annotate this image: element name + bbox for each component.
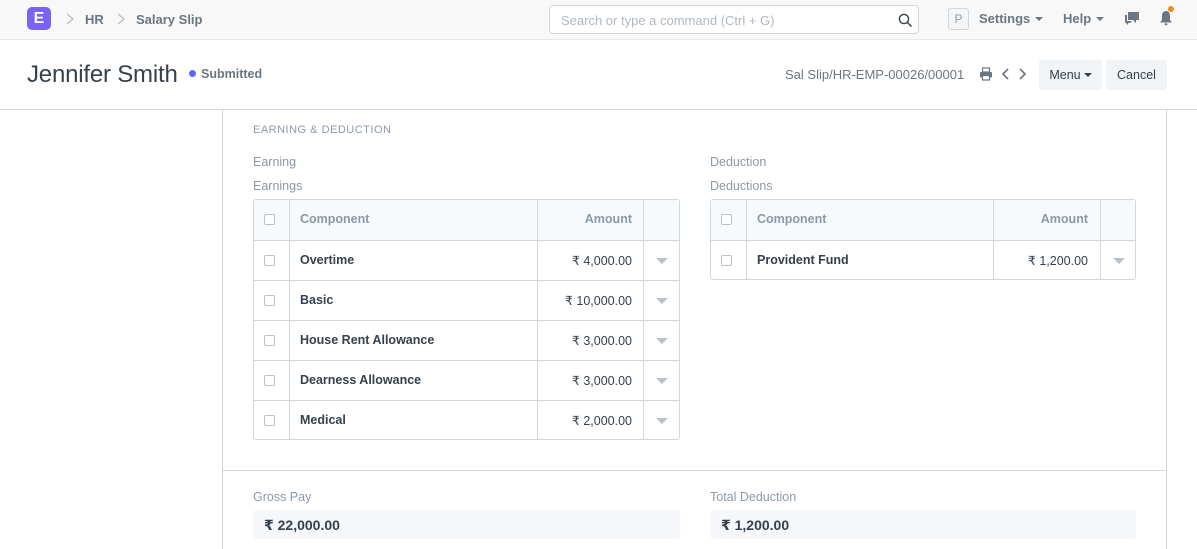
page-head: Jennifer Smith Submitted Sal Slip/HR-EMP… (0, 41, 1197, 110)
component-cell[interactable]: Basic (300, 293, 333, 307)
row-dropdown-icon[interactable] (1113, 258, 1125, 264)
earning-field-label: Earning (253, 155, 297, 169)
notification-bell-icon[interactable] (1159, 10, 1173, 26)
notification-dot (1168, 6, 1174, 12)
section-divider (222, 470, 1167, 471)
document-name: Sal Slip/HR-EMP-00026/00001 (785, 67, 965, 82)
gross-pay-value: ₹ 22,000.00 (264, 517, 340, 533)
earnings-table-label: Earnings (253, 179, 303, 193)
next-record-icon[interactable] (1015, 67, 1029, 81)
chevron-right-icon (63, 12, 77, 26)
chat-icon[interactable] (1124, 11, 1140, 26)
total-deduction-label: Total Deduction (710, 490, 797, 504)
top-navbar: E HR Salary Slip Search or type a comman… (0, 0, 1197, 40)
gross-pay-label: Gross Pay (253, 490, 312, 504)
table-row[interactable]: Dearness Allowance ₹ 3,000.00 (254, 360, 679, 400)
column-header-amount: Amount (1040, 212, 1088, 226)
section-heading: EARNING & DEDUCTION (253, 124, 392, 136)
table-row[interactable]: House Rent Allowance ₹ 3,000.00 (254, 320, 679, 360)
caret-down-icon (1035, 16, 1044, 21)
status-badge: Submitted (189, 67, 262, 81)
row-dropdown-icon[interactable] (656, 418, 668, 424)
select-all-checkbox[interactable] (264, 214, 275, 225)
total-deduction-value: ₹ 1,200.00 (721, 517, 790, 533)
component-cell[interactable]: Dearness Allowance (300, 373, 421, 387)
caret-down-icon (1096, 16, 1105, 21)
row-checkbox[interactable] (721, 255, 732, 266)
deduction-field-label: Deduction (710, 155, 767, 169)
app-logo[interactable]: E (27, 7, 51, 30)
help-dropdown[interactable]: Help (1063, 11, 1105, 26)
settings-label: Settings (979, 11, 1031, 26)
previous-record-icon[interactable] (999, 67, 1013, 81)
total-deduction-field[interactable]: ₹ 1,200.00 (710, 510, 1136, 539)
chevron-right-icon (114, 12, 128, 26)
page-title: Jennifer Smith (27, 61, 178, 88)
print-icon[interactable] (979, 67, 993, 81)
row-checkbox[interactable] (264, 335, 275, 346)
help-label: Help (1063, 11, 1092, 26)
deductions-table: Component Amount Provident Fund ₹ 1,200.… (710, 199, 1136, 280)
cancel-button[interactable]: Cancel (1106, 60, 1167, 90)
amount-cell[interactable]: ₹ 2,000.00 (572, 413, 632, 428)
status-label: Submitted (201, 67, 263, 81)
deductions-table-header: Component Amount (711, 200, 1135, 240)
earnings-table: Component Amount Overtime ₹ 4,000.00 Bas… (253, 199, 680, 440)
row-checkbox[interactable] (264, 375, 275, 386)
row-dropdown-icon[interactable] (656, 378, 668, 384)
column-header-amount: Amount (584, 212, 632, 226)
status-dot (189, 70, 196, 78)
table-row[interactable]: Basic ₹ 10,000.00 (254, 280, 679, 320)
form-right-border (1166, 110, 1167, 549)
caret-down-icon (1083, 72, 1092, 77)
component-cell[interactable]: House Rent Allowance (300, 333, 434, 347)
amount-cell[interactable]: ₹ 1,200.00 (1028, 253, 1088, 268)
amount-cell[interactable]: ₹ 10,000.00 (565, 293, 632, 308)
row-checkbox[interactable] (264, 415, 275, 426)
search-placeholder: Search or type a command (Ctrl + G) (561, 13, 775, 28)
component-cell[interactable]: Medical (300, 413, 346, 427)
amount-cell[interactable]: ₹ 3,000.00 (572, 333, 632, 348)
row-checkbox[interactable] (264, 255, 275, 266)
column-header-component: Component (757, 212, 827, 226)
earnings-table-header: Component Amount (254, 200, 679, 240)
gross-pay-field[interactable]: ₹ 22,000.00 (253, 510, 680, 539)
select-all-checkbox[interactable] (721, 214, 732, 225)
table-row[interactable]: Medical ₹ 2,000.00 (254, 400, 679, 440)
search-icon (898, 13, 913, 28)
breadcrumb-salary-slip[interactable]: Salary Slip (136, 12, 202, 27)
amount-cell[interactable]: ₹ 4,000.00 (572, 253, 632, 268)
breadcrumb-hr[interactable]: HR (85, 12, 104, 27)
menu-button[interactable]: Menu (1039, 60, 1102, 90)
menu-label: Menu (1049, 68, 1081, 82)
row-dropdown-icon[interactable] (656, 338, 668, 344)
table-row[interactable]: Provident Fund ₹ 1,200.00 (711, 240, 1135, 280)
form-left-border (222, 110, 223, 549)
row-checkbox[interactable] (264, 295, 275, 306)
amount-cell[interactable]: ₹ 3,000.00 (572, 373, 632, 388)
column-header-component: Component (300, 212, 370, 226)
avatar[interactable]: P (948, 8, 969, 30)
row-dropdown-icon[interactable] (656, 258, 668, 264)
deductions-table-label: Deductions (710, 179, 773, 193)
component-cell[interactable]: Provident Fund (757, 253, 849, 267)
table-row[interactable]: Overtime ₹ 4,000.00 (254, 240, 679, 280)
settings-dropdown[interactable]: Settings (979, 11, 1044, 26)
component-cell[interactable]: Overtime (300, 253, 354, 267)
search-input[interactable]: Search or type a command (Ctrl + G) (549, 5, 919, 34)
row-dropdown-icon[interactable] (656, 298, 668, 304)
